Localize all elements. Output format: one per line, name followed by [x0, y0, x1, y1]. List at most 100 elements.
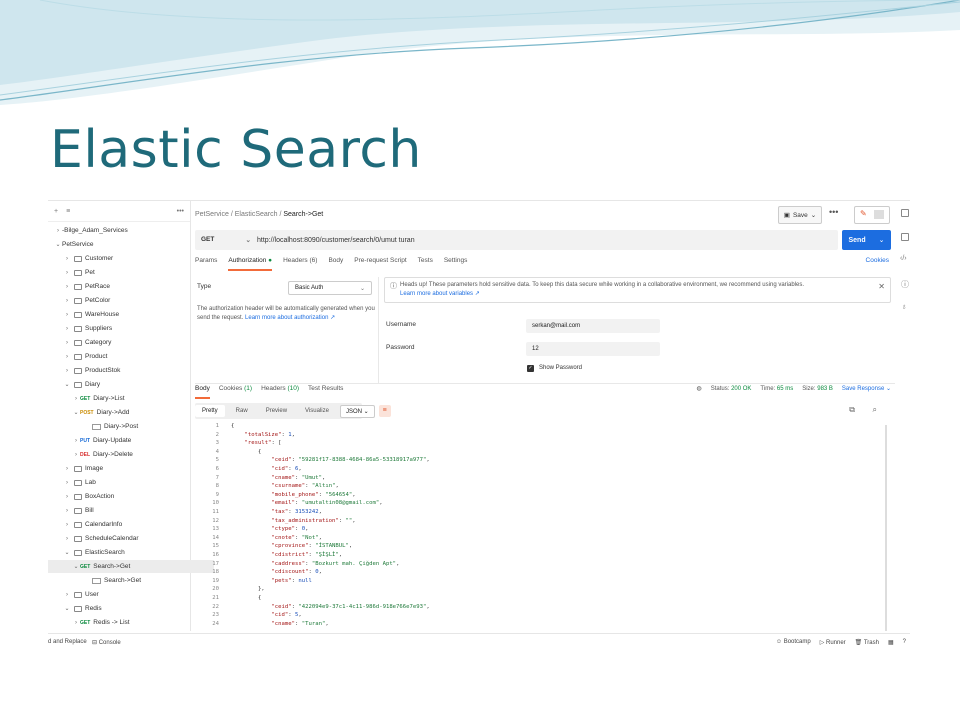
auth-learn-more-link[interactable]: Learn more about authorization ↗	[245, 315, 335, 321]
tab-pre-request-script[interactable]: Pre-request Script	[354, 257, 406, 271]
sidebar-folder[interactable]: › Lab	[48, 476, 205, 489]
chevron-right-icon[interactable]: ›	[63, 592, 71, 598]
sidebar-folder[interactable]: › Image	[48, 462, 205, 475]
sidebar-folder[interactable]: › WareHouse	[48, 308, 205, 321]
chevron-right-icon[interactable]: ›	[63, 368, 71, 374]
chevron-right-icon[interactable]: ›	[63, 494, 71, 500]
auth-type-select[interactable]: Basic Auth ⌄	[288, 281, 372, 295]
chevron-down-icon[interactable]: ⌄	[63, 381, 71, 388]
layout-icon[interactable]: ▦	[888, 639, 894, 646]
sidebar-folder[interactable]: › Customer	[48, 252, 205, 265]
save-button[interactable]: ▣ Save ⌄	[778, 206, 822, 224]
breadcrumb-folder[interactable]: ElasticSearch	[235, 211, 278, 218]
comments-icon[interactable]	[901, 233, 909, 241]
url-bar[interactable]: GET ⌄ http://localhost:8090/customer/sear…	[195, 230, 838, 250]
documentation-icon[interactable]	[901, 209, 909, 217]
chevron-right-icon[interactable]: ›	[54, 228, 62, 234]
wrap-lines-icon[interactable]: ≡	[378, 405, 391, 417]
filter-icon[interactable]: ≡	[66, 208, 70, 215]
tab-params[interactable]: Params	[195, 257, 217, 271]
more-icon[interactable]: •••	[177, 208, 184, 215]
chevron-right-icon[interactable]: ›	[63, 298, 71, 304]
response-tab-cookies[interactable]: Cookies (1)	[219, 385, 252, 399]
chevron-right-icon[interactable]: ›	[63, 270, 71, 276]
chevron-down-icon[interactable]: ⌄	[72, 409, 80, 416]
method-select[interactable]: GET ⌄	[195, 236, 257, 244]
find-replace-button[interactable]: d and Replace	[48, 639, 87, 645]
chevron-right-icon[interactable]: ›	[72, 620, 80, 626]
response-tab-body[interactable]: Body	[195, 385, 210, 399]
sidebar-request[interactable]: ⌄ POST Diary->Add	[48, 406, 214, 419]
sidebar-request[interactable]: › GET Diary->List	[48, 392, 214, 405]
chevron-down-icon[interactable]: ⌄	[879, 236, 885, 244]
sidebar-folder[interactable]: › Product	[48, 350, 205, 363]
url-input[interactable]: http://localhost:8090/customer/search/0/…	[257, 237, 415, 244]
response-tab-test-results[interactable]: Test Results	[308, 385, 343, 399]
chevron-right-icon[interactable]: ›	[63, 340, 71, 346]
save-response-button[interactable]: Save Response ⌄	[842, 385, 891, 392]
sidebar-folder[interactable]: › ScheduleCalendar	[48, 532, 205, 545]
sidebar-request[interactable]: › PUT Diary-Update	[48, 434, 214, 447]
chevron-right-icon[interactable]: ›	[63, 312, 71, 318]
chevron-right-icon[interactable]: ›	[63, 522, 71, 528]
console-button[interactable]: ⊟ Console	[92, 639, 121, 646]
chevron-right-icon[interactable]: ›	[63, 536, 71, 542]
more-actions-icon[interactable]: •••	[829, 207, 838, 217]
chevron-right-icon[interactable]: ›	[63, 354, 71, 360]
chevron-right-icon[interactable]: ›	[72, 452, 80, 458]
plus-icon[interactable]: +	[54, 208, 58, 215]
response-tab-headers[interactable]: Headers (10)	[261, 385, 299, 399]
sidebar-folder[interactable]: › Pet	[48, 266, 205, 279]
cookies-link[interactable]: Cookies	[866, 257, 889, 264]
sidebar-folder[interactable]: › ProductStok	[48, 364, 205, 377]
variables-learn-more-link[interactable]: Learn more about variables ↗	[400, 291, 480, 297]
code-icon[interactable]: ‹/›	[900, 255, 907, 262]
show-password-checkbox[interactable]: ✓	[527, 365, 534, 372]
breadcrumb-collection[interactable]: PetService	[195, 211, 229, 218]
sidebar-folder[interactable]: › BoxAction	[48, 490, 205, 503]
password-field[interactable]: 12	[526, 342, 660, 356]
help-icon[interactable]: ?	[903, 639, 906, 646]
chevron-right-icon[interactable]: ›	[63, 256, 71, 262]
chevron-right-icon[interactable]: ›	[63, 480, 71, 486]
username-field[interactable]: serkan@mail.com	[526, 319, 660, 333]
format-pretty[interactable]: Pretty	[195, 405, 225, 417]
sidebar-folder[interactable]: ⌄ ElasticSearch	[48, 546, 205, 559]
sidebar-folder[interactable]: › User	[48, 588, 205, 601]
chevron-right-icon[interactable]: ›	[63, 326, 71, 332]
format-visualize[interactable]: Visualize	[298, 405, 336, 417]
search-icon[interactable]: ⌕	[873, 405, 877, 415]
trash-button[interactable]: 🗑 Trash	[855, 639, 879, 646]
format-raw[interactable]: Raw	[229, 405, 255, 417]
chevron-right-icon[interactable]: ›	[72, 396, 80, 402]
sidebar-folder[interactable]: ⌄ Diary	[48, 378, 205, 391]
bootcamp-button[interactable]: ☺ Bootcamp	[776, 639, 811, 646]
send-button[interactable]: Send ⌄	[842, 230, 891, 250]
info-icon[interactable]: ⓘ	[901, 279, 909, 290]
sidebar-folder[interactable]: › Category	[48, 336, 205, 349]
sidebar-request[interactable]: › DEL Diary->Delete	[48, 448, 214, 461]
chevron-right-icon[interactable]: ›	[63, 508, 71, 514]
chevron-right-icon[interactable]: ›	[72, 438, 80, 444]
sidebar-collection[interactable]: › -Bilge_Adam_Services	[48, 224, 196, 237]
lightbulb-icon[interactable]: ♁	[901, 302, 907, 311]
sidebar-folder[interactable]: › PetRace	[48, 280, 205, 293]
scrollbar[interactable]	[885, 425, 887, 631]
tab-headers[interactable]: Headers (6)	[283, 257, 317, 271]
sidebar-folder[interactable]: › Suppliers	[48, 322, 205, 335]
sidebar-folder[interactable]: › PetColor	[48, 294, 205, 307]
tab-tests[interactable]: Tests	[418, 257, 433, 271]
chevron-down-icon[interactable]: ⌄	[54, 241, 62, 248]
sidebar-request[interactable]: ⌄ GET Search->Get	[48, 560, 214, 573]
tab-body[interactable]: Body	[328, 257, 343, 271]
copy-icon[interactable]: ⧉	[849, 405, 855, 415]
edit-docs-toggle[interactable]: ✎	[854, 206, 890, 224]
tab-authorization[interactable]: Authorization ●	[228, 257, 273, 271]
sidebar-request[interactable]: › GET Redis -> List	[48, 616, 214, 629]
tab-settings[interactable]: Settings	[444, 257, 468, 271]
chevron-down-icon[interactable]: ⌄	[72, 563, 80, 570]
chevron-right-icon[interactable]: ›	[63, 466, 71, 472]
close-icon[interactable]: ✕	[878, 282, 885, 291]
format-select[interactable]: JSON ⌄	[339, 404, 375, 418]
runner-button[interactable]: ▷ Runner	[820, 639, 846, 646]
